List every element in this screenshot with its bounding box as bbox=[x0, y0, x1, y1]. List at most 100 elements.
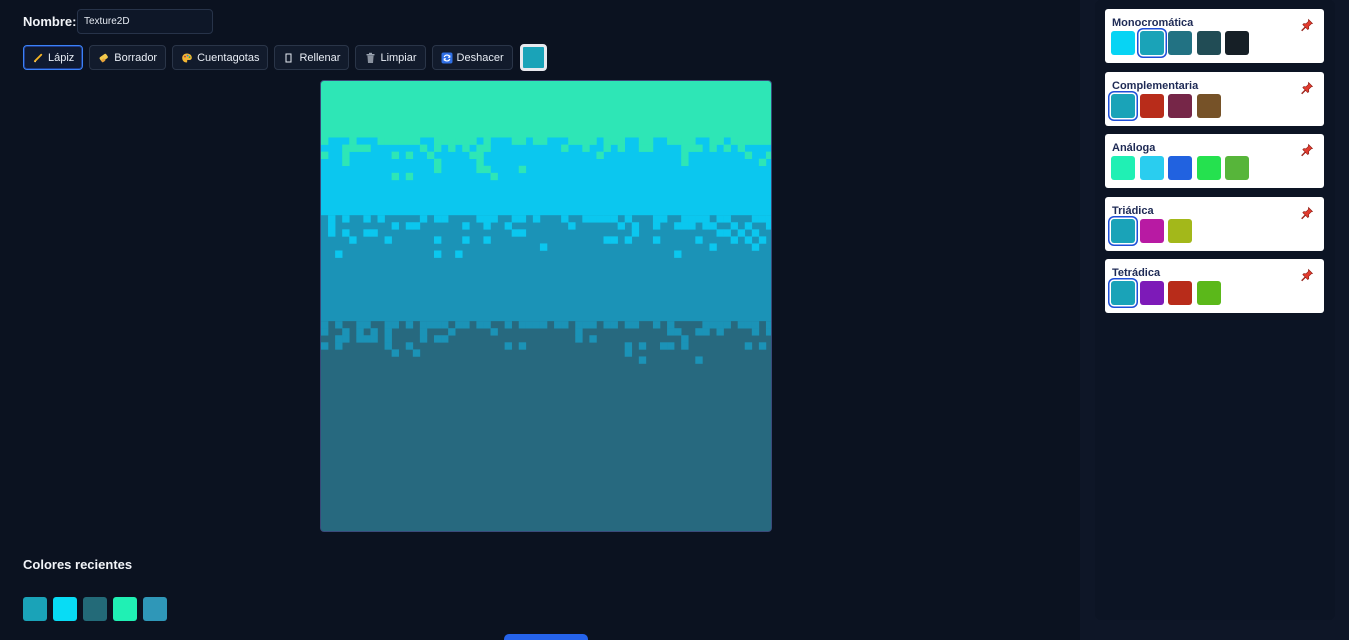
save-button[interactable] bbox=[504, 634, 588, 640]
texture-pixel bbox=[490, 215, 498, 223]
recent-color-swatch[interactable] bbox=[53, 597, 77, 621]
pin-icon[interactable] bbox=[1300, 18, 1314, 32]
texture-pixel bbox=[603, 144, 611, 152]
name-label: Nombre: bbox=[23, 14, 77, 29]
texture-pixel bbox=[391, 151, 399, 159]
texture-pixel bbox=[765, 151, 771, 159]
texture-editor-app: Nombre: Lápiz Borrador Cuentagotas bbox=[0, 0, 1349, 640]
recent-color-swatch[interactable] bbox=[143, 597, 167, 621]
texture-pixel bbox=[349, 137, 357, 145]
texture-pixel bbox=[356, 144, 364, 152]
texture-pixel bbox=[405, 151, 414, 159]
texture-pixel bbox=[751, 243, 760, 251]
texture-pixel bbox=[342, 335, 350, 343]
harmony-color-swatch[interactable] bbox=[1168, 219, 1192, 243]
texture-pixel bbox=[723, 321, 731, 329]
harmony-color-swatch[interactable] bbox=[1139, 31, 1164, 55]
texture-pixel bbox=[342, 151, 350, 159]
recent-color-swatch[interactable] bbox=[113, 597, 137, 621]
texture-pixel bbox=[695, 236, 703, 244]
texture-pixel bbox=[356, 328, 364, 336]
texture-layer bbox=[321, 137, 771, 216]
texture-pixel bbox=[575, 335, 583, 343]
texture-pixel bbox=[321, 342, 329, 350]
harmony-color-swatch[interactable] bbox=[1111, 94, 1135, 118]
harmony-color-swatch[interactable] bbox=[1139, 219, 1164, 243]
harmony-color-swatch[interactable] bbox=[1196, 31, 1221, 55]
texture-pixel bbox=[321, 321, 329, 329]
texture-pixel bbox=[716, 229, 724, 237]
texture-pixel bbox=[391, 137, 399, 145]
texture-pixel bbox=[328, 229, 336, 237]
harmony-color-swatch[interactable] bbox=[1196, 281, 1221, 305]
texture-pixel bbox=[744, 151, 753, 159]
texture-pixel bbox=[342, 229, 350, 237]
texture-pixel bbox=[370, 328, 378, 336]
texture-pixel bbox=[384, 328, 392, 336]
texture-pixel bbox=[469, 151, 477, 159]
texture-pixel bbox=[321, 328, 329, 336]
pin-icon[interactable] bbox=[1300, 81, 1314, 95]
harmony-color-swatch[interactable] bbox=[1225, 31, 1249, 55]
texture-pixel bbox=[483, 165, 491, 174]
texture-pixel bbox=[596, 151, 604, 159]
harmony-color-swatch[interactable] bbox=[1139, 94, 1164, 118]
texture-pixel bbox=[681, 215, 689, 223]
harmony-color-swatch[interactable] bbox=[1111, 31, 1135, 55]
texture-pixel bbox=[441, 215, 449, 223]
recent-color-swatch[interactable] bbox=[83, 597, 107, 621]
harmony-color-swatch[interactable] bbox=[1168, 31, 1192, 55]
harmony-color-swatch[interactable] bbox=[1139, 156, 1164, 180]
texture-pixel bbox=[758, 342, 767, 350]
harmony-color-swatch[interactable] bbox=[1111, 219, 1135, 243]
harmony-color-swatch[interactable] bbox=[1168, 156, 1192, 180]
pixel-grid[interactable] bbox=[321, 81, 772, 532]
eraser-tool-button[interactable]: Borrador bbox=[89, 45, 167, 70]
harmony-color-swatch[interactable] bbox=[1168, 94, 1192, 118]
texture-pixel bbox=[483, 137, 491, 145]
texture-pixel bbox=[391, 222, 399, 230]
harmony-color-swatch[interactable] bbox=[1196, 94, 1221, 118]
texture-pixel bbox=[667, 321, 675, 329]
recent-color-swatch[interactable] bbox=[23, 597, 47, 621]
texture-pixel bbox=[751, 137, 760, 145]
pin-icon[interactable] bbox=[1300, 143, 1314, 157]
texture-pixel bbox=[441, 321, 449, 329]
texture-pixel bbox=[660, 215, 668, 223]
pixel-canvas[interactable] bbox=[320, 80, 772, 532]
harmony-color-swatch[interactable] bbox=[1225, 156, 1249, 180]
texture-pixel bbox=[652, 222, 661, 230]
eyedropper-tool-button[interactable]: Cuentagotas bbox=[172, 45, 269, 70]
texture-pixel bbox=[434, 165, 442, 174]
texture-name-input[interactable] bbox=[77, 9, 213, 34]
current-color-swatch[interactable] bbox=[519, 44, 547, 71]
texture-pixel bbox=[638, 342, 647, 350]
clear-button[interactable]: Limpiar bbox=[355, 45, 426, 70]
texture-pixel bbox=[462, 222, 470, 230]
harmony-color-swatch[interactable] bbox=[1111, 281, 1135, 305]
texture-pixel bbox=[419, 215, 428, 223]
pencil-tool-button[interactable]: Lápiz bbox=[23, 45, 84, 70]
texture-pixel bbox=[561, 144, 569, 152]
texture-pixel bbox=[434, 236, 442, 244]
texture-pixel bbox=[448, 328, 456, 336]
texture-pixel bbox=[518, 229, 527, 237]
texture-pixel bbox=[504, 342, 512, 350]
pin-icon[interactable] bbox=[1300, 206, 1314, 220]
texture-pixel bbox=[525, 321, 534, 329]
harmony-color-swatch[interactable] bbox=[1168, 281, 1192, 305]
harmony-color-swatch[interactable] bbox=[1111, 156, 1135, 180]
texture-pixel bbox=[674, 250, 682, 258]
texture-pixel bbox=[681, 222, 689, 230]
texture-pixel bbox=[377, 215, 385, 223]
texture-pixel bbox=[532, 137, 541, 145]
pin-icon[interactable] bbox=[1300, 268, 1314, 282]
trash-icon bbox=[364, 52, 376, 64]
undo-button[interactable]: Deshacer bbox=[431, 45, 513, 70]
harmony-color-swatch[interactable] bbox=[1139, 281, 1164, 305]
fill-tool-button[interactable]: Rellenar bbox=[274, 45, 350, 70]
texture-pixel bbox=[335, 335, 343, 343]
texture-pixel bbox=[688, 222, 696, 230]
texture-pixel bbox=[638, 356, 647, 364]
harmony-color-swatch[interactable] bbox=[1196, 156, 1221, 180]
